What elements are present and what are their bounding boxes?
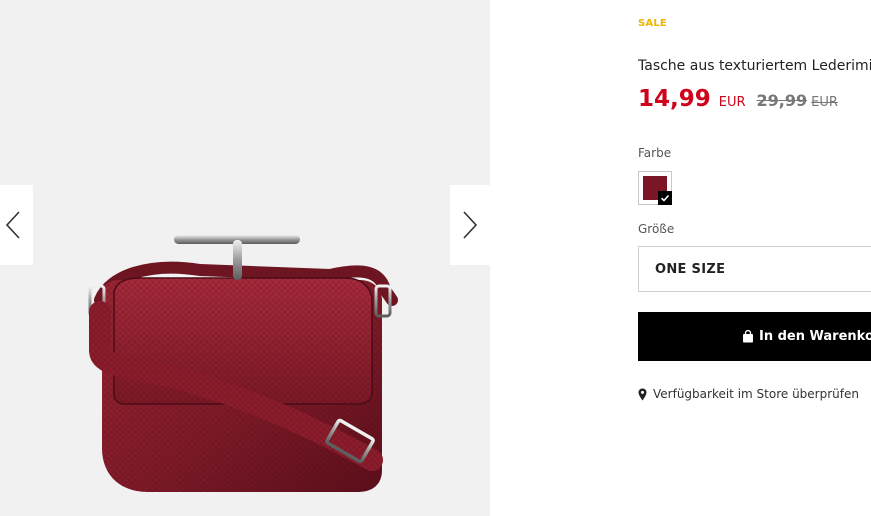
- chevron-right-icon: [463, 211, 478, 239]
- chevron-left-icon: [5, 211, 20, 239]
- shopping-bag-icon: [742, 330, 754, 343]
- price-row: 14,99 EUR 29,99 EUR: [638, 86, 838, 112]
- add-to-cart-label: In den Warenkorb: [759, 329, 871, 344]
- color-swatch[interactable]: [638, 171, 672, 205]
- gallery-next-button[interactable]: [450, 185, 490, 265]
- product-page: SALE Tasche aus texturiertem Lederimitat…: [0, 0, 871, 516]
- product-gallery: [0, 0, 490, 516]
- check-icon: [658, 191, 672, 205]
- product-title: Tasche aus texturiertem Lederimitat: [638, 58, 871, 74]
- old-price: 29,99: [756, 91, 808, 110]
- sale-badge: SALE: [638, 18, 667, 29]
- store-availability-label: Verfügbarkeit im Store überprüfen: [653, 387, 859, 401]
- old-price-currency: EUR: [811, 95, 838, 110]
- size-label: Größe: [638, 222, 675, 236]
- gallery-prev-button[interactable]: [0, 185, 33, 265]
- product-image[interactable]: [0, 0, 490, 516]
- map-pin-icon: [638, 388, 647, 401]
- size-select-value: ONE SIZE: [655, 261, 726, 277]
- color-label: Farbe: [638, 146, 672, 160]
- store-availability-link[interactable]: Verfügbarkeit im Store überprüfen: [638, 387, 859, 401]
- product-info: SALE Tasche aus texturiertem Lederimitat…: [638, 0, 871, 516]
- add-to-cart-button[interactable]: In den Warenkorb: [638, 312, 871, 361]
- size-select[interactable]: ONE SIZE: [638, 246, 871, 292]
- current-price: 14,99: [638, 86, 711, 112]
- current-price-currency: EUR: [718, 95, 746, 110]
